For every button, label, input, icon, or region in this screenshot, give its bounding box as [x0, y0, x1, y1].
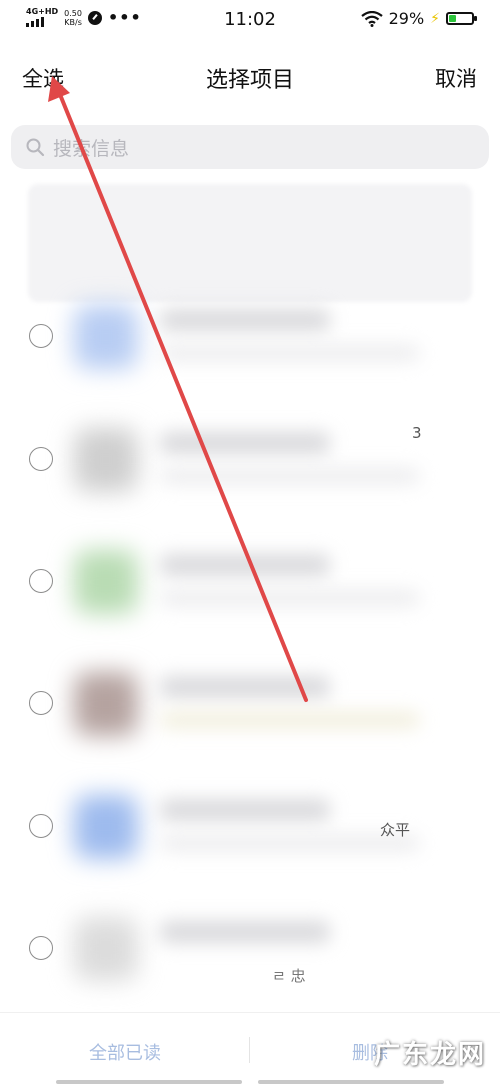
avatar: [74, 795, 138, 859]
select-radio[interactable]: [29, 814, 53, 838]
select-radio[interactable]: [29, 691, 53, 715]
search-bar[interactable]: 搜索信息: [11, 125, 489, 169]
select-radio[interactable]: [29, 324, 53, 348]
avatar: [74, 672, 138, 736]
list-item[interactable]: ㄹ 忠: [0, 887, 500, 1009]
list-item[interactable]: 众平: [0, 765, 500, 887]
avatar: [74, 305, 138, 369]
blurred-text-fragment: ㄹ 忠: [272, 967, 306, 985]
watermark-logo: 广东龙网: [373, 1040, 486, 1070]
battery-percent: 29%: [388, 9, 425, 28]
select-radio[interactable]: [29, 936, 53, 960]
select-radio[interactable]: [29, 447, 53, 471]
battery-level: [449, 15, 456, 22]
page-title: 选择项目: [205, 68, 294, 93]
battery-icon: [446, 12, 477, 25]
search-icon: [26, 138, 45, 157]
nav-indicator: [56, 1080, 242, 1084]
wifi-icon: [360, 10, 383, 27]
blurred-text-fragment: 3: [412, 424, 422, 442]
avatar: [74, 917, 138, 981]
list-item[interactable]: [0, 520, 500, 642]
list-item[interactable]: [0, 642, 500, 764]
status-right: 29% ⚡: [360, 9, 477, 28]
message-list: 3 众平 ㄹ 忠: [0, 180, 500, 1010]
nav-indicator: [258, 1080, 444, 1084]
divider: [249, 1037, 250, 1063]
charging-bolt-icon: ⚡: [430, 10, 440, 27]
avatar: [74, 550, 138, 614]
blurred-text-fragment: 众平: [380, 821, 411, 839]
list-item[interactable]: [0, 275, 500, 397]
title-bar: 全选 选择项目 取消: [0, 56, 500, 96]
status-bar: 4G+HD 0.50 KB/s ••• 11:02 29% ⚡: [0, 0, 500, 40]
avatar: [74, 428, 138, 492]
search-input[interactable]: 搜索信息: [53, 134, 129, 161]
mark-all-read-button[interactable]: 全部已读: [0, 1039, 250, 1065]
list-item[interactable]: 3: [0, 398, 500, 520]
select-radio[interactable]: [29, 569, 53, 593]
cancel-button[interactable]: 取消: [435, 63, 477, 93]
